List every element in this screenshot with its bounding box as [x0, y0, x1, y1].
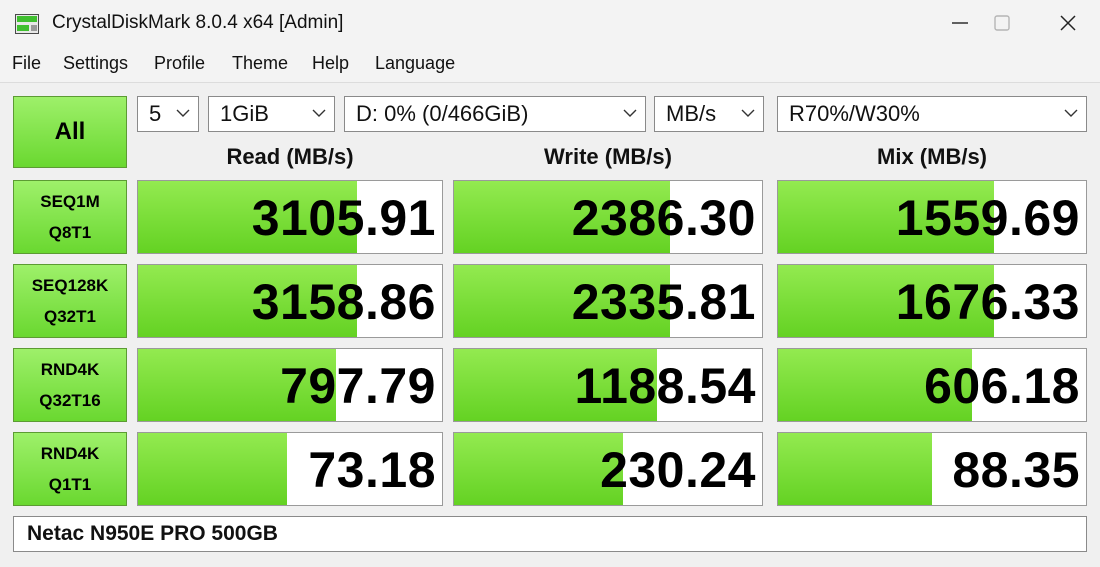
write-result-value: 1188.54 — [574, 358, 756, 414]
minimize-icon — [952, 22, 968, 24]
test-params: Q32T1 — [44, 307, 96, 326]
test-button-seq128k-q32t1[interactable]: SEQ128K Q32T1 — [13, 264, 127, 338]
unit-value: MB/s — [666, 101, 717, 126]
write-result-value: 2386.30 — [571, 190, 756, 246]
read-result-cell: 3105.91 — [137, 180, 443, 254]
mix-result-cell: 1676.33 — [777, 264, 1087, 338]
mix-result-value: 1559.69 — [895, 190, 1080, 246]
test-name: RND4K — [40, 360, 100, 379]
test-params: Q8T1 — [48, 223, 92, 242]
menu-profile[interactable]: Profile — [154, 53, 205, 74]
mix-result-value: 606.18 — [924, 358, 1080, 414]
test-count-value: 5 — [149, 101, 162, 126]
mix-result-bar — [778, 433, 932, 505]
chevron-down-icon — [176, 109, 190, 117]
menu-language[interactable]: Language — [375, 53, 455, 74]
mix-column-header: Mix (MB/s) — [877, 144, 987, 169]
title-bar: CrystalDiskMark 8.0.4 x64 [Admin] — [0, 0, 1100, 48]
read-result-cell: 73.18 — [137, 432, 443, 506]
write-result-bar — [454, 433, 624, 505]
write-result-cell: 2335.81 — [453, 264, 763, 338]
maximize-icon — [994, 15, 1010, 31]
menu-settings[interactable]: Settings — [63, 53, 128, 74]
chevron-down-icon — [623, 109, 637, 117]
read-result-bar — [138, 433, 287, 505]
write-result-value: 230.24 — [600, 442, 756, 498]
test-size-value: 1GiB — [220, 101, 269, 126]
read-result-cell: 3158.86 — [137, 264, 443, 338]
test-name: RND4K — [40, 444, 100, 463]
mix-ratio-value: R70%/W30% — [789, 101, 920, 126]
read-column-header: Read (MB/s) — [226, 144, 354, 169]
read-result-value: 3105.91 — [251, 190, 436, 246]
test-button-rnd4k-q32t16[interactable]: RND4K Q32T16 — [13, 348, 127, 422]
mix-result-cell: 88.35 — [777, 432, 1087, 506]
drive-value: D: 0% (0/466GiB) — [356, 101, 529, 126]
close-icon — [1060, 15, 1076, 31]
window-title: CrystalDiskMark 8.0.4 x64 [Admin] — [52, 12, 344, 33]
chevron-down-icon — [741, 109, 755, 117]
test-params: Q32T16 — [39, 391, 101, 410]
chevron-down-icon — [312, 109, 326, 117]
close-button[interactable] — [1038, 0, 1098, 46]
menu-file[interactable]: File — [12, 53, 41, 74]
test-button-rnd4k-q1t1[interactable]: RND4K Q1T1 — [13, 432, 127, 506]
test-name: SEQ1M — [40, 192, 100, 211]
test-name: SEQ128K — [31, 276, 109, 295]
test-button-seq1m-q8t1[interactable]: SEQ1M Q8T1 — [13, 180, 127, 254]
write-column-header: Write (MB/s) — [544, 144, 672, 169]
write-result-cell: 1188.54 — [453, 348, 763, 422]
maximize-button[interactable] — [972, 0, 1032, 46]
read-result-value: 797.79 — [280, 358, 436, 414]
mix-result-cell: 606.18 — [777, 348, 1087, 422]
write-result-cell: 230.24 — [453, 432, 763, 506]
mix-result-value: 1676.33 — [895, 274, 1080, 330]
menu-bar: File Settings Profile Theme Help Languag… — [0, 50, 1100, 78]
menu-theme[interactable]: Theme — [232, 53, 288, 74]
read-result-cell: 797.79 — [137, 348, 443, 422]
test-size-select[interactable]: 1GiB — [208, 96, 335, 132]
read-result-value: 3158.86 — [251, 274, 436, 330]
mix-result-cell: 1559.69 — [777, 180, 1087, 254]
crystaldiskmark-app-icon — [15, 14, 39, 34]
test-count-select[interactable]: 5 — [137, 96, 199, 132]
test-params: Q1T1 — [48, 475, 92, 494]
unit-select[interactable]: MB/s — [654, 96, 764, 132]
chevron-down-icon — [1064, 109, 1078, 117]
mix-ratio-select[interactable]: R70%/W30% — [777, 96, 1087, 132]
run-all-button[interactable]: All — [13, 96, 127, 168]
write-result-cell: 2386.30 — [453, 180, 763, 254]
drive-select[interactable]: D: 0% (0/466GiB) — [344, 96, 646, 132]
write-result-value: 2335.81 — [571, 274, 756, 330]
menu-help[interactable]: Help — [312, 53, 349, 74]
comment-field[interactable]: Netac N950E PRO 500GB — [13, 516, 1087, 552]
read-result-value: 73.18 — [308, 442, 436, 498]
mix-result-value: 88.35 — [952, 442, 1080, 498]
